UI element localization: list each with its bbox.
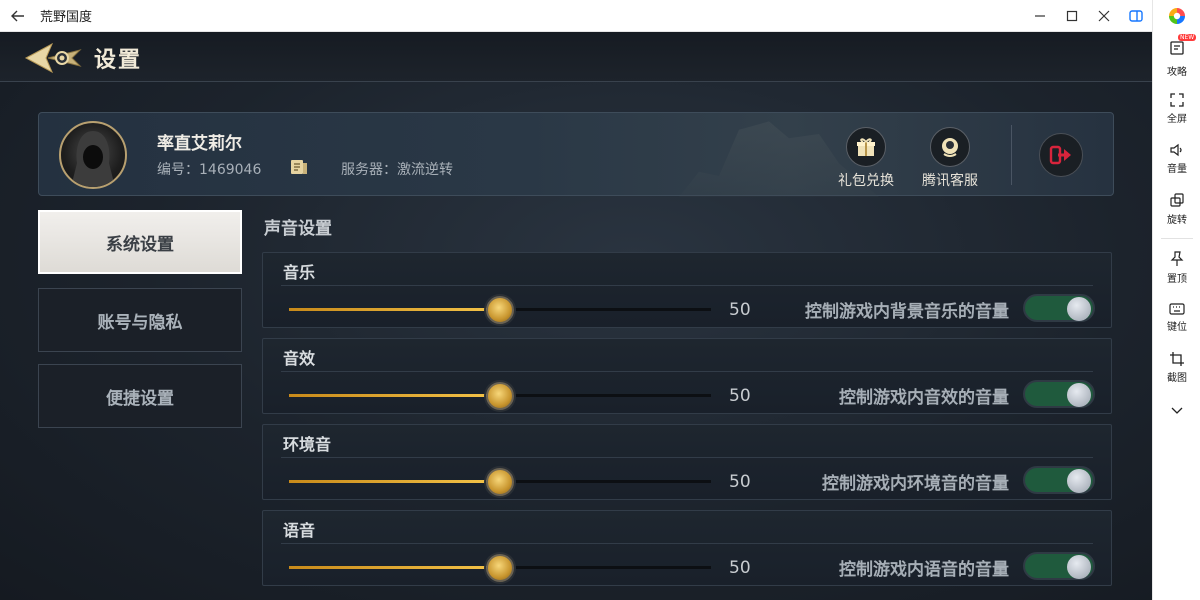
sidebar-item-screenshot[interactable]: 截图 (1153, 343, 1200, 393)
volume-value: 50 (729, 300, 751, 320)
sound-description: 控制游戏内音效的音量 (839, 388, 1009, 408)
chevron-down-icon (1171, 407, 1183, 414)
toggle-knob (1067, 469, 1091, 493)
customer-service-icon (930, 127, 970, 167)
sidebar-toggle-icon[interactable] (1120, 0, 1152, 32)
sidebar-item-label: 键位 (1167, 322, 1187, 333)
sound-row-name: 音乐 (283, 263, 316, 282)
volume-value: 50 (729, 558, 751, 578)
customer-service-label: 腾讯客服 (922, 173, 978, 189)
sound-row-name: 环境音 (283, 435, 332, 454)
profile-banner: 率直艾莉尔 编号：1469046 服务器：激流逆转 礼包兑换 腾讯客服 (38, 112, 1114, 196)
sound-toggle[interactable] (1023, 466, 1095, 494)
sidebar-divider (1160, 238, 1193, 239)
sound-row-music: 音乐 50 控制游戏内背景音乐的音量 (262, 252, 1112, 328)
slider-knob[interactable] (486, 296, 514, 324)
row-divider (281, 457, 1093, 458)
slider-fill (289, 308, 500, 311)
emulator-sidebar: NEW 攻略 全屏 音量 旋转 置顶 键位 截图 (1152, 0, 1200, 600)
row-divider (281, 285, 1093, 286)
sidebar-item-volume[interactable]: 音量 (1153, 134, 1200, 184)
slider-fill (289, 480, 500, 483)
sound-row-voice: 语音 50 控制游戏内语音的音量 (262, 510, 1112, 586)
toggle-knob (1067, 297, 1091, 321)
toggle-knob (1067, 555, 1091, 579)
row-divider (281, 543, 1093, 544)
logout-button[interactable] (1039, 133, 1083, 177)
sidebar-item-label: 截图 (1167, 373, 1187, 384)
sidebar-expand[interactable] (1153, 393, 1200, 429)
sound-description: 控制游戏内语音的音量 (839, 560, 1009, 580)
minimize-icon[interactable] (1024, 0, 1056, 32)
page-title: 设置 (94, 47, 143, 73)
sidebar-item-label: 攻略 (1167, 67, 1187, 78)
close-icon[interactable] (1088, 0, 1120, 32)
sound-toggle[interactable] (1023, 380, 1095, 408)
menu-account-privacy[interactable]: 账号与隐私 (38, 288, 242, 352)
sound-row-name: 音效 (283, 349, 316, 368)
fullscreen-icon (1170, 93, 1184, 107)
sound-description: 控制游戏内环境音的音量 (822, 474, 1009, 494)
sound-row-ambient: 环境音 50 控制游戏内环境音的音量 (262, 424, 1112, 500)
menu-quick-settings[interactable]: 便捷设置 (38, 364, 242, 428)
sound-toggle[interactable] (1023, 552, 1095, 580)
volume-value: 50 (729, 472, 751, 492)
banner-divider (1011, 125, 1012, 185)
avatar[interactable] (59, 121, 127, 189)
slider-knob[interactable] (486, 554, 514, 582)
winged-back-icon (24, 42, 82, 74)
keyboard-icon (1169, 303, 1185, 315)
sound-toggle[interactable] (1023, 294, 1095, 322)
slider-fill (289, 394, 500, 397)
gift-icon (846, 127, 886, 167)
window-titlebar: 荒野国度 (0, 0, 1152, 32)
copy-id-icon[interactable] (289, 157, 309, 177)
row-divider (281, 371, 1093, 372)
menu-system-settings[interactable]: 系统设置 (38, 210, 242, 274)
pin-icon (1170, 251, 1184, 266)
window-title: 荒野国度 (40, 10, 93, 25)
gift-redeem-button[interactable]: 礼包兑换 (831, 127, 901, 191)
slider-knob[interactable] (486, 382, 514, 410)
rotate-icon (1170, 193, 1184, 207)
sidebar-item-guide[interactable]: NEW 攻略 (1153, 34, 1200, 84)
new-badge: NEW (1178, 34, 1197, 41)
crop-icon (1170, 352, 1184, 366)
sidebar-item-rotate[interactable]: 旋转 (1153, 184, 1200, 234)
customer-service-button[interactable]: 腾讯客服 (915, 127, 985, 191)
sound-row-name: 语音 (283, 521, 316, 540)
sidebar-item-label: 置顶 (1167, 274, 1187, 285)
player-name: 率直艾莉尔 (157, 134, 242, 154)
sidebar-item-keymap[interactable]: 键位 (1153, 293, 1200, 343)
sound-description: 控制游戏内背景音乐的音量 (805, 302, 1009, 322)
game-viewport: 设置 率直艾莉尔 编号：1469046 服务器：激流逆转 礼包兑换 腾讯客服 系… (0, 32, 1152, 600)
maximize-icon[interactable] (1056, 0, 1088, 32)
sound-row-effects: 音效 50 控制游戏内音效的音量 (262, 338, 1112, 414)
sidebar-item-fullscreen[interactable]: 全屏 (1153, 84, 1200, 134)
guide-icon: NEW (1169, 34, 1197, 60)
player-id: 编号：1469046 (157, 162, 262, 178)
sidebar-item-label: 旋转 (1167, 215, 1187, 226)
settings-header: 设置 (0, 32, 1152, 82)
volume-icon (1170, 143, 1182, 157)
server-info: 服务器：激流逆转 (341, 162, 453, 178)
sidebar-item-label: 音量 (1167, 164, 1187, 175)
game-back-button[interactable] (22, 40, 84, 76)
section-title: 声音设置 (264, 219, 332, 239)
app-logo-icon (1153, 0, 1200, 32)
logout-icon (1049, 145, 1071, 165)
back-arrow-icon[interactable] (0, 0, 36, 32)
hooded-figure-icon (71, 131, 115, 187)
sidebar-item-label: 全屏 (1167, 114, 1187, 125)
volume-value: 50 (729, 386, 751, 406)
sidebar-item-pin[interactable]: 置顶 (1153, 243, 1200, 293)
gift-redeem-label: 礼包兑换 (838, 173, 894, 189)
toggle-knob (1067, 383, 1091, 407)
slider-fill (289, 566, 500, 569)
slider-knob[interactable] (486, 468, 514, 496)
